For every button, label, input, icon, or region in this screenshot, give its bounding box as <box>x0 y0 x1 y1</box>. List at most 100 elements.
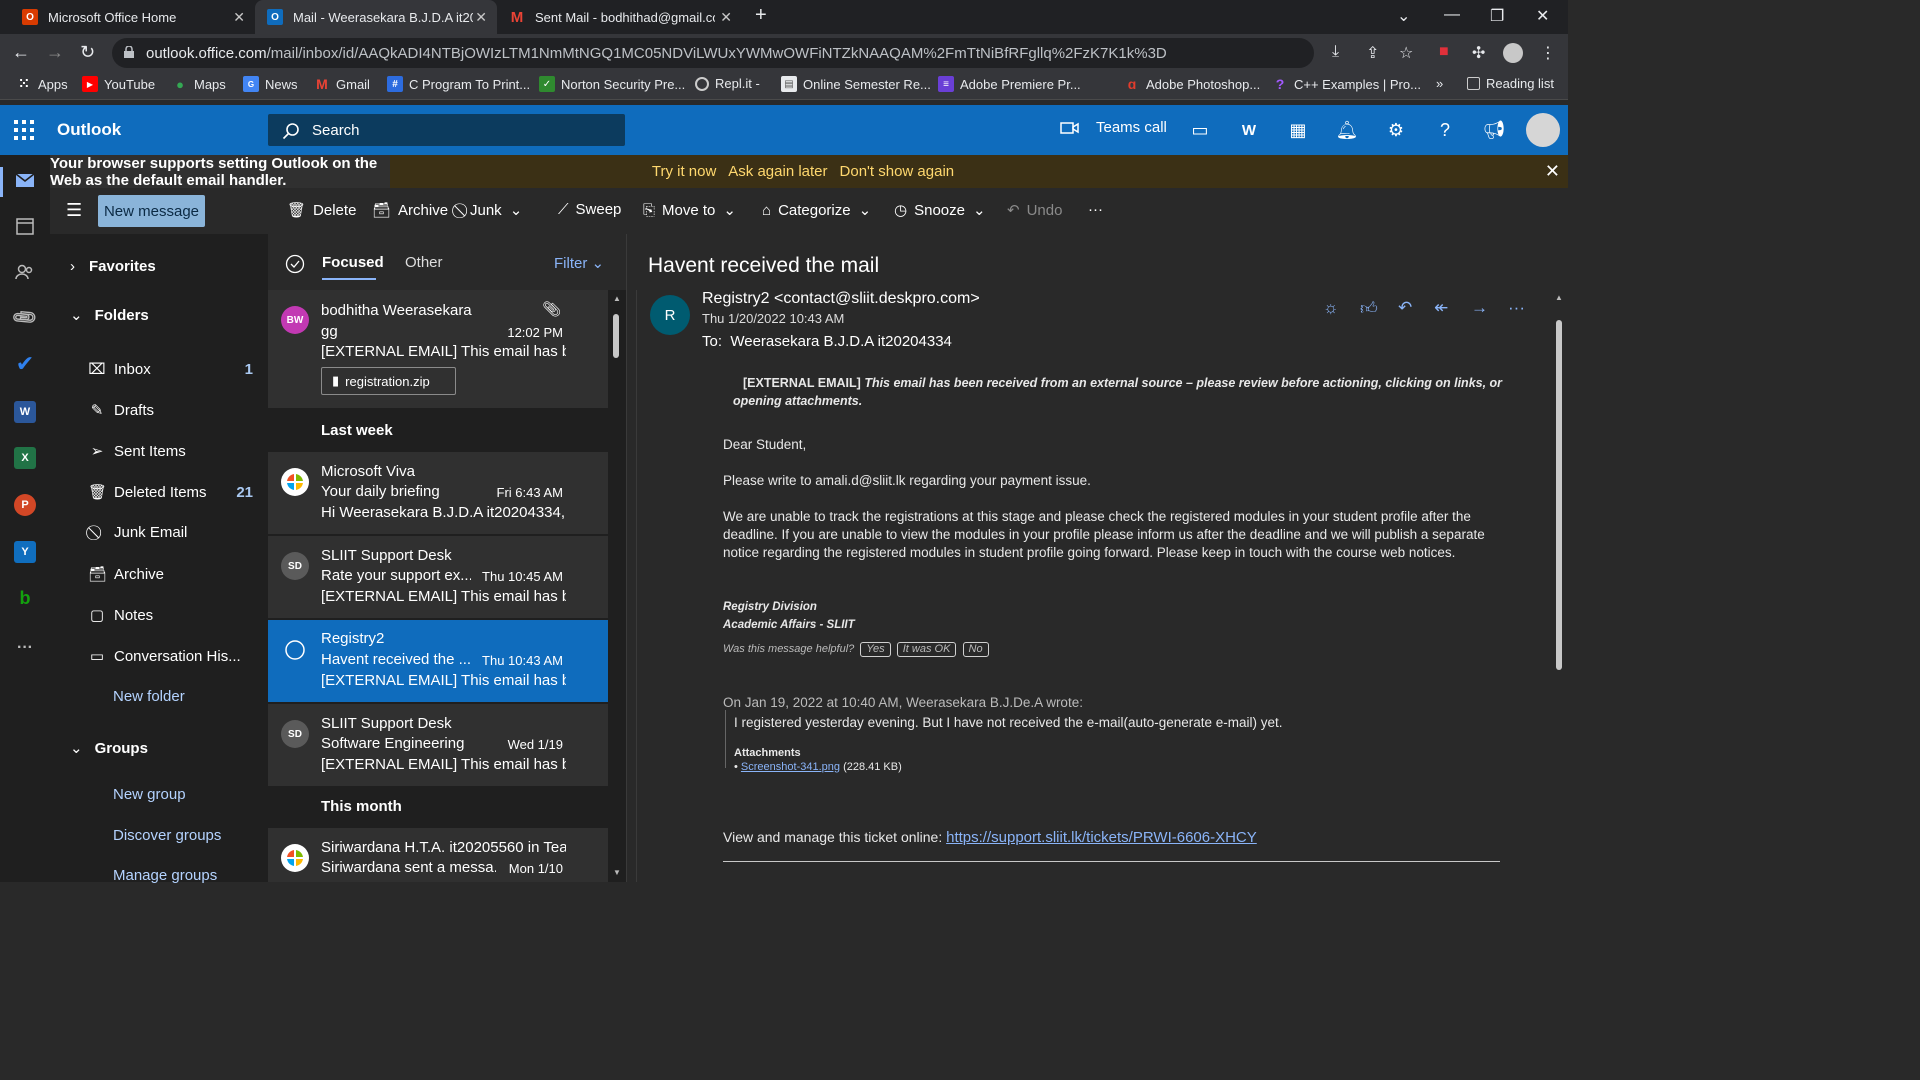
bookmark-apps[interactable]: ⁙ Apps <box>16 76 68 92</box>
attachment-chip[interactable]: ▮ registration.zip <box>321 367 456 395</box>
scrollbar-thumb[interactable] <box>613 314 619 358</box>
bookmark-star-icon[interactable]: ☆ <box>1399 43 1413 63</box>
hamburger-menu-icon[interactable]: ☰ <box>66 200 82 221</box>
bookmark-cpp-examples[interactable]: ? C++ Examples | Pro... <box>1272 76 1421 92</box>
powerpoint-icon[interactable]: P <box>14 494 36 516</box>
delete-button[interactable]: 🗑︎ Delete <box>287 201 356 220</box>
favorites-section[interactable]: › Favorites <box>70 258 156 275</box>
groups-section[interactable]: ⌄ Groups <box>70 739 148 758</box>
list-item[interactable]: SD SLIIT Support Desk Rate your support … <box>268 536 608 618</box>
scroll-up-icon[interactable]: ▲ <box>613 294 621 303</box>
folder-sent-items[interactable]: ➢ Sent Items <box>88 442 253 461</box>
help-icon[interactable]: ? <box>1435 120 1455 140</box>
teams-call-button[interactable]: Teams call <box>1060 119 1167 136</box>
reading-list-button[interactable]: Reading list <box>1467 76 1554 91</box>
ask-again-later-link[interactable]: Ask again later <box>728 163 827 180</box>
message-list-scrollbar[interactable]: ▲ ▼ <box>608 290 626 882</box>
folder-archive[interactable]: 🗃︎ Archive <box>88 565 253 584</box>
gear-icon[interactable]: ⚙ <box>1386 120 1406 140</box>
select-all-check-icon[interactable] <box>285 254 305 274</box>
more-actions-icon[interactable]: ··· <box>1508 298 1525 318</box>
feedback-no-button[interactable]: No <box>962 642 989 657</box>
back-arrow-icon[interactable]: ← <box>12 42 30 63</box>
extensions-puzzle-icon[interactable]: ✣ <box>1472 43 1485 63</box>
tab-office-home[interactable]: O Microsoft Office Home ✕ <box>10 0 255 34</box>
categorize-button[interactable]: ⌂ Categorize ⌄ <box>762 201 871 220</box>
forward-icon[interactable]: → <box>1471 298 1488 318</box>
excel-icon[interactable]: X <box>14 447 36 469</box>
feedback-ok-button[interactable]: It was OK <box>896 642 957 657</box>
tab-focused[interactable]: Focused <box>322 254 384 271</box>
list-item-selected[interactable]: Registry2 Havent received the ... Thu 10… <box>268 620 608 702</box>
account-avatar[interactable] <box>1526 113 1560 147</box>
sweep-button[interactable]: ⟋ Sweep <box>558 201 621 218</box>
folder-drafts[interactable]: ✎ Drafts <box>88 401 253 420</box>
ticket-link[interactable]: https://support.sliit.lk/tickets/PRWI-66… <box>946 829 1257 846</box>
reply-icon[interactable]: ↶ <box>1398 298 1412 318</box>
folder-junk-email[interactable]: ⃠Junk Email <box>88 524 253 541</box>
pocket-extension-icon[interactable]: ■ <box>1439 43 1449 61</box>
close-tab-icon[interactable]: ✕ <box>720 9 732 26</box>
search-input[interactable]: Search <box>268 114 625 146</box>
archive-button[interactable]: 🗃︎ Archive <box>372 201 448 220</box>
new-tab-button[interactable]: + <box>755 4 767 27</box>
restore-button[interactable]: ❐ <box>1490 6 1504 26</box>
todo-check-icon[interactable]: ✔ <box>14 351 36 376</box>
more-commands-button[interactable]: ··· <box>1088 201 1103 218</box>
bookmark-youtube[interactable]: ▶ YouTube <box>82 76 155 92</box>
like-icon[interactable]: 👍︎ <box>1360 298 1378 319</box>
bookmark-gmail[interactable]: M Gmail <box>314 76 370 92</box>
manage-groups-link[interactable]: Manage groups <box>113 867 217 884</box>
list-item[interactable]: Siriwardana H.T.A. it20205560 in Tea... … <box>268 828 608 882</box>
sender-avatar[interactable]: R <box>650 295 690 335</box>
close-icon[interactable]: ✕ <box>1545 161 1560 182</box>
undo-button[interactable]: ↶ Undo <box>1007 201 1062 220</box>
list-item[interactable]: SD SLIIT Support Desk Software Engineeri… <box>268 704 608 786</box>
snooze-button[interactable]: ◷ Snooze ⌄ <box>894 201 986 220</box>
scroll-up-icon[interactable]: ▲ <box>1555 293 1563 302</box>
feedback-megaphone-icon[interactable]: 📢︎ <box>1483 120 1506 140</box>
office-word-icon[interactable]: W <box>1239 120 1259 140</box>
reading-scrollbar-thumb[interactable] <box>1556 320 1562 670</box>
reload-icon[interactable]: ↻ <box>80 42 95 63</box>
bing-icon[interactable]: b <box>14 587 36 609</box>
feedback-yes-button[interactable]: Yes <box>860 642 891 657</box>
address-bar[interactable]: outlook.office.com/mail/inbox/id/AAQkADI… <box>112 38 1314 68</box>
app-name[interactable]: Outlook <box>57 120 121 140</box>
bookmark-photoshop[interactable]: ɑ Adobe Photoshop... <box>1124 76 1260 92</box>
new-group-link[interactable]: New group <box>113 786 186 803</box>
chat-icon[interactable]: ▭ <box>1190 120 1210 140</box>
close-tab-icon[interactable]: ✕ <box>475 9 487 26</box>
dont-show-again-link[interactable]: Don't show again <box>840 163 955 180</box>
forward-arrow-icon[interactable]: → <box>46 42 64 63</box>
share-icon[interactable]: ⇪ <box>1366 43 1379 63</box>
folder-inbox[interactable]: ⌧ Inbox 1 <box>88 360 253 379</box>
tab-search-chevron-icon[interactable]: ⌄ <box>1397 6 1410 26</box>
tab-outlook-mail[interactable]: O Mail - Weerasekara B.J.D.A it2020 ✕ <box>255 0 497 34</box>
try-it-now-link[interactable]: Try it now <box>652 163 716 180</box>
calendar-icon[interactable] <box>14 215 36 237</box>
discover-groups-link[interactable]: Discover groups <box>113 827 221 844</box>
new-message-button[interactable]: New message <box>98 195 205 227</box>
sun-icon[interactable]: ☼ <box>1323 298 1339 318</box>
bookmark-premiere[interactable]: ≡ Adobe Premiere Pr... <box>938 76 1081 92</box>
folder-conversation-history[interactable]: ▭ Conversation His... <box>88 647 253 666</box>
new-folder-link[interactable]: New folder <box>113 688 185 705</box>
attachment-link[interactable]: Screenshot-341.png <box>741 761 840 773</box>
tab-gmail-sent[interactable]: M Sent Mail - bodhithad@gmail.com ✕ <box>497 0 742 34</box>
bell-icon[interactable]: 🔔︎ <box>1336 120 1359 140</box>
sender-address[interactable]: Registry2 <contact@sliit.deskpro.com> <box>702 290 980 308</box>
reply-all-icon[interactable]: ↞ <box>1434 298 1448 318</box>
folder-deleted-items[interactable]: 🗑︎ Deleted Items 21 <box>88 483 253 502</box>
close-tab-icon[interactable]: ✕ <box>233 9 245 26</box>
tab-other[interactable]: Other <box>405 254 443 271</box>
profile-avatar[interactable] <box>1503 43 1523 63</box>
app-launcher-icon[interactable] <box>14 120 34 140</box>
bookmark-online-semester[interactable]: ▤ Online Semester Re... <box>781 76 931 92</box>
people-icon[interactable] <box>14 261 36 283</box>
list-item[interactable]: BW bodhitha Weerasekara 📎︎ gg 12:02 PM [… <box>268 290 608 408</box>
bookmarks-overflow[interactable]: » <box>1436 76 1443 91</box>
bookmark-maps[interactable]: ● Maps <box>172 76 226 92</box>
yammer-icon[interactable]: Y <box>14 541 36 563</box>
mail-icon[interactable] <box>14 169 36 191</box>
